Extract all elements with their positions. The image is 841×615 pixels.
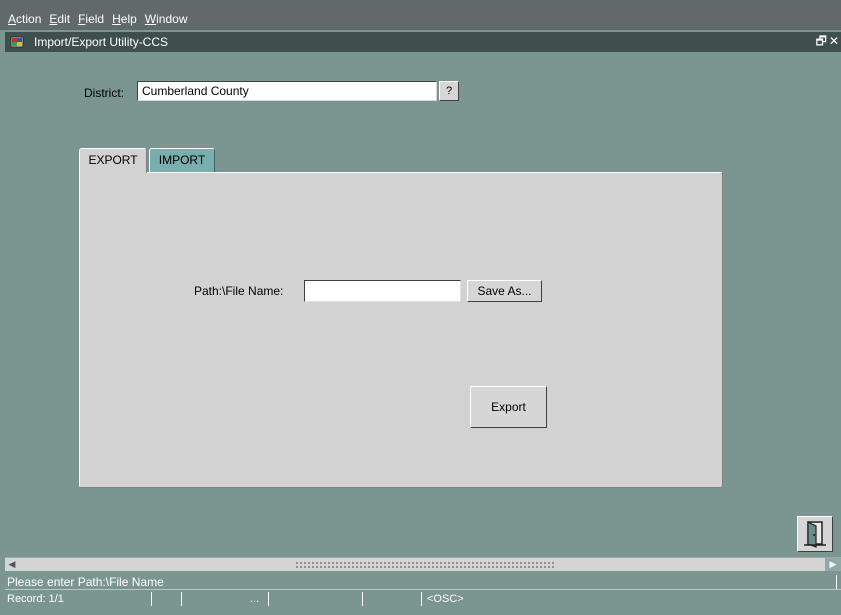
menu-edit[interactable]: Edit	[49, 12, 70, 26]
tab-export[interactable]: EXPORT	[79, 148, 147, 173]
path-file-name-input[interactable]	[304, 280, 461, 302]
mode-indicator: <OSC>	[427, 593, 464, 605]
menu-window[interactable]: Window	[145, 12, 188, 26]
horizontal-scrollbar[interactable]: ◀ ▶	[5, 557, 841, 571]
menu-field[interactable]: Field	[78, 12, 104, 26]
export-button[interactable]: Export	[470, 386, 547, 428]
save-as-button[interactable]: Save As...	[467, 280, 542, 302]
menu-action[interactable]: Action	[8, 12, 41, 26]
district-lov-button[interactable]: ?	[439, 81, 459, 101]
menu-bar: Action Edit Field Help Window	[0, 0, 841, 30]
status-bar: Record: 1/1 ... <OSC>	[5, 591, 841, 607]
status-divider	[421, 592, 422, 606]
restore-icon[interactable]: 🗗	[816, 34, 827, 48]
exit-door-icon	[798, 520, 832, 548]
record-indicator: Record: 1/1	[7, 593, 64, 605]
status-divider	[181, 592, 182, 606]
window-title-bar[interactable]: Import/Export Utility-CCS 🗗 ✕	[5, 32, 841, 52]
district-field[interactable]	[137, 81, 437, 101]
tab-import[interactable]: IMPORT	[149, 148, 215, 172]
window-title: Import/Export Utility-CCS	[34, 35, 169, 49]
path-file-name-label: Path:\File Name:	[194, 284, 284, 298]
list-indicator: ...	[250, 593, 260, 605]
exit-button[interactable]	[797, 516, 833, 552]
export-tab-panel: Path:\File Name: Save As... Export	[79, 172, 723, 488]
forms-app-icon	[10, 35, 24, 49]
scroll-left-icon[interactable]: ◀	[5, 558, 19, 571]
close-icon[interactable]: ✕	[829, 34, 839, 48]
menu-help[interactable]: Help	[112, 12, 137, 26]
status-divider	[268, 592, 269, 606]
district-label: District:	[84, 86, 124, 100]
message-line: Please enter Path:\File Name	[5, 574, 841, 590]
scroll-right-icon[interactable]: ▶	[825, 558, 841, 571]
window-controls: 🗗 ✕	[814, 34, 839, 48]
status-divider	[362, 592, 363, 606]
status-divider	[151, 592, 152, 606]
scrollbar-thumb[interactable]	[295, 561, 555, 568]
form-canvas: District: ? EXPORT IMPORT Path:\File Nam…	[5, 52, 841, 556]
